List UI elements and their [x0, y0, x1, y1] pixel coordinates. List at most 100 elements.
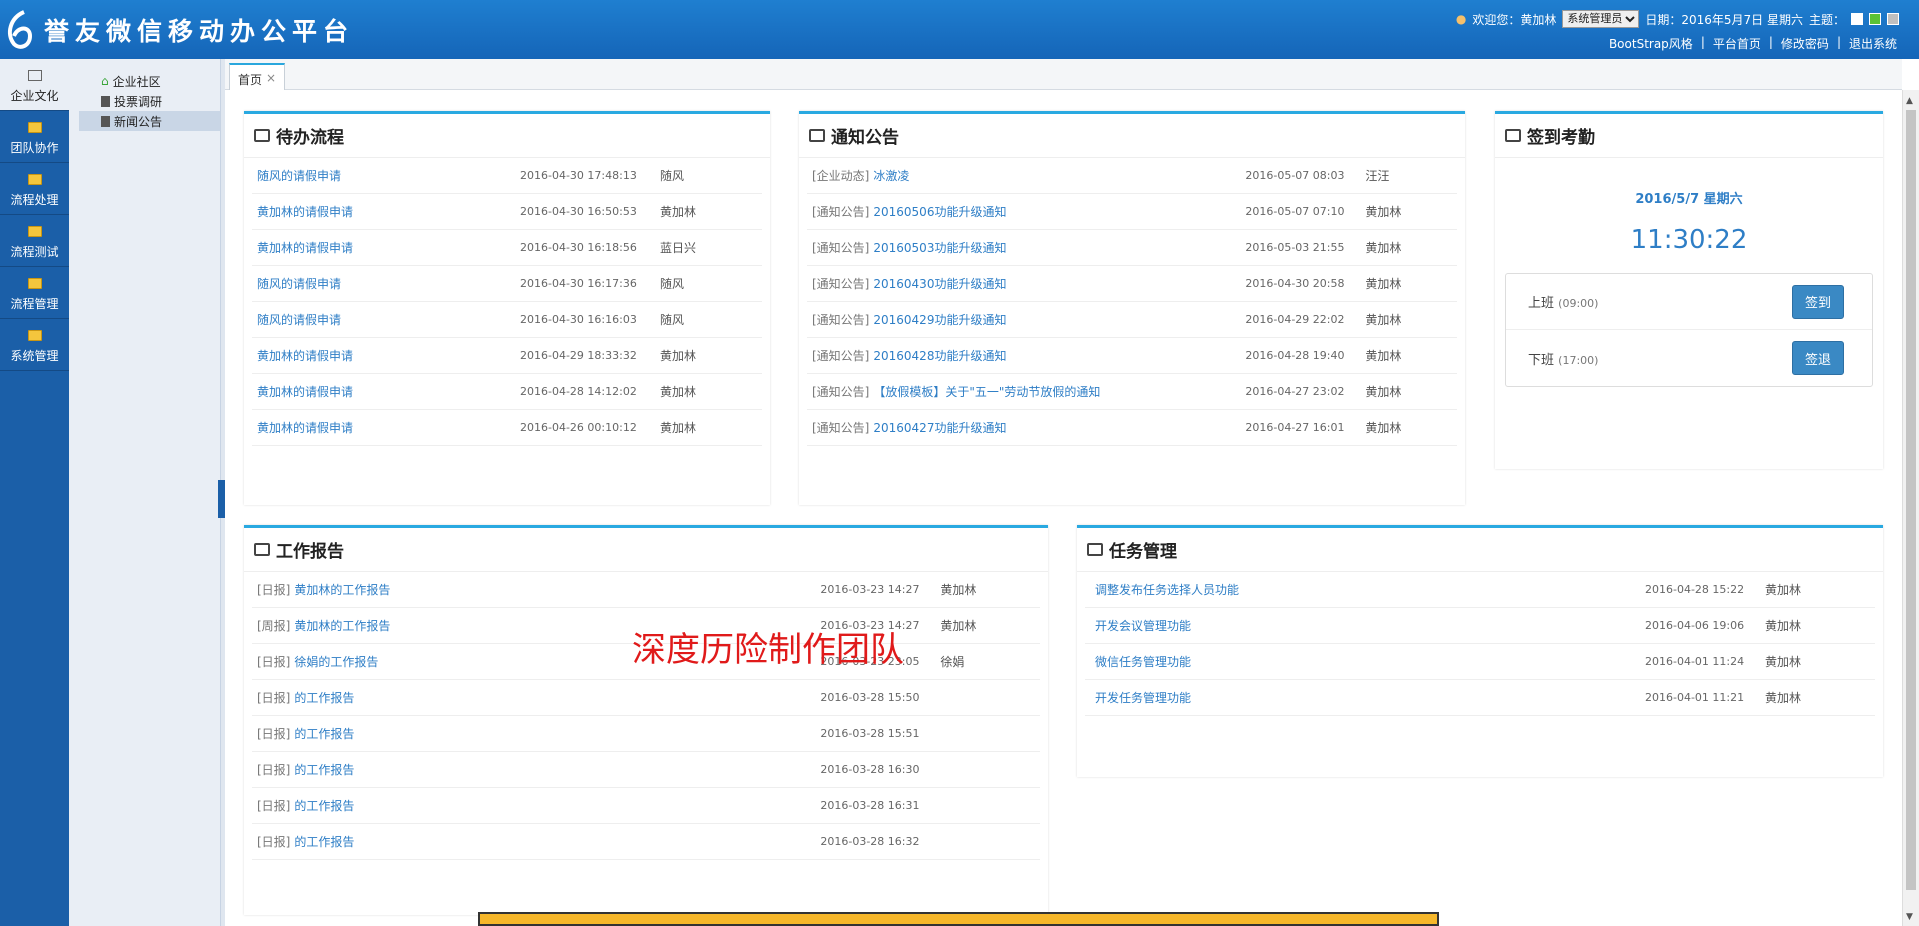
- row-title-link[interactable]: 20160503功能升级通知: [873, 239, 1245, 256]
- nav-item-process[interactable]: 流程处理: [0, 163, 69, 215]
- row-category: [通知公告]: [812, 205, 870, 219]
- table-row: 随风的请假申请 2016-04-30 16:17:36 随风: [252, 266, 762, 302]
- nav-item-team[interactable]: 团队协作: [0, 111, 69, 163]
- table-row: [日报] 的工作报告 2016-03-28 16:32: [252, 824, 1040, 860]
- row-title-link[interactable]: 20160430功能升级通知: [873, 275, 1245, 292]
- row-title-link[interactable]: 20160506功能升级通知: [873, 203, 1245, 220]
- row-time: 2016-04-28 19:40: [1245, 349, 1345, 362]
- platform-home-link[interactable]: 平台首页: [1713, 35, 1761, 52]
- table-row: 黄加林的请假申请 2016-04-28 14:12:02 黄加林: [252, 374, 762, 410]
- row-title-link[interactable]: 微信任务管理功能: [1085, 653, 1645, 670]
- row-user: 随风: [660, 169, 685, 183]
- table-row: [日报] 黄加林的工作报告 2016-03-23 14:27 黄加林: [252, 572, 1040, 608]
- row-time: 2016-03-23 14:27: [820, 583, 920, 596]
- close-icon[interactable]: ×: [266, 71, 276, 85]
- row-time: 2016-05-03 21:55: [1245, 241, 1345, 254]
- vertical-scrollbar[interactable]: ▲ ▼: [1902, 90, 1919, 926]
- row-title-link[interactable]: 的工作报告: [294, 833, 820, 850]
- scroll-down-icon[interactable]: ▼: [1906, 912, 1916, 922]
- row-category: [企业动态]: [812, 169, 870, 183]
- theme-gray-option[interactable]: [1887, 13, 1899, 25]
- check-in-button[interactable]: 签到: [1792, 284, 1844, 319]
- row-title-link[interactable]: 调整发布任务选择人员功能: [1085, 581, 1645, 598]
- row-category: [日报]: [257, 727, 291, 741]
- subnav-item-survey[interactable]: 投票调研: [69, 91, 220, 111]
- row-user: 黄加林: [940, 583, 977, 597]
- table-row: [通知公告] 20160430功能升级通知 2016-04-30 20:58 黄加林: [807, 266, 1457, 302]
- row-title-link[interactable]: 黄加林的请假申请: [252, 383, 520, 400]
- row-title-link[interactable]: 随风的请假申请: [252, 275, 520, 292]
- nav-item-manage[interactable]: 流程管理: [0, 267, 69, 319]
- subnav-item-community[interactable]: ⌂ 企业社区: [69, 71, 220, 91]
- panel-title: 通知公告: [831, 128, 899, 148]
- scroll-thumb[interactable]: [1906, 110, 1916, 890]
- document-icon: [101, 95, 110, 107]
- table-row: [通知公告] 20160429功能升级通知 2016-04-29 22:02 黄加林: [807, 302, 1457, 338]
- nav-item-system[interactable]: 系统管理: [0, 319, 69, 371]
- folder-icon: [27, 174, 42, 185]
- row-title-link[interactable]: 随风的请假申请: [252, 167, 520, 184]
- row-title-link[interactable]: 黄加林的请假申请: [252, 203, 520, 220]
- row-title-link[interactable]: 的工作报告: [294, 761, 820, 778]
- row-title-link[interactable]: 黄加林的请假申请: [252, 347, 520, 364]
- row-title-link[interactable]: 随风的请假申请: [252, 311, 520, 328]
- row-title-link[interactable]: 开发会议管理功能: [1085, 617, 1645, 634]
- row-title-link[interactable]: 冰激凌: [873, 167, 1245, 184]
- row-title-link[interactable]: 20160429功能升级通知: [873, 311, 1245, 328]
- panel-title: 工作报告: [276, 542, 344, 562]
- row-time: 2016-03-28 15:51: [820, 727, 920, 740]
- row-time: 2016-04-30 17:48:13: [520, 169, 637, 182]
- bootstrap-style-link[interactable]: BootStrap风格: [1609, 35, 1693, 52]
- row-category: [日报]: [257, 763, 291, 777]
- logo-icon: [7, 10, 33, 49]
- role-select[interactable]: 系统管理员: [1562, 10, 1640, 28]
- collapse-handle[interactable]: [218, 480, 225, 518]
- edit-icon: [254, 543, 270, 556]
- nav-item-test[interactable]: 流程测试: [0, 215, 69, 267]
- change-password-link[interactable]: 修改密码: [1781, 35, 1829, 52]
- table-row: [通知公告] 20160506功能升级通知 2016-05-07 07:10 黄加林: [807, 194, 1457, 230]
- panel-title: 任务管理: [1109, 542, 1177, 562]
- row-title-link[interactable]: 黄加林的请假申请: [252, 239, 520, 256]
- row-title-link[interactable]: 开发任务管理功能: [1085, 689, 1645, 706]
- tab-home[interactable]: 首页 ×: [229, 63, 286, 90]
- row-user: 黄加林: [660, 205, 697, 219]
- row-user: 黄加林: [1365, 385, 1402, 399]
- row-time: 2016-04-29 18:33:32: [520, 349, 637, 362]
- row-title-link[interactable]: 的工作报告: [294, 797, 820, 814]
- logout-link[interactable]: 退出系统: [1849, 35, 1897, 52]
- nav-item-culture[interactable]: 企业文化: [0, 59, 69, 111]
- theme-white-option[interactable]: [1851, 13, 1863, 25]
- panel-title: 待办流程: [276, 128, 344, 148]
- app-header: 誉友微信移动办公平台 ● 欢迎您：黄加林 系统管理员 日期：2016年5月7日 …: [0, 0, 1919, 59]
- table-row: [日报] 的工作报告 2016-03-28 15:51: [252, 716, 1040, 752]
- row-title-link[interactable]: 【放假模板】关于"五一"劳动节放假的通知: [873, 383, 1245, 400]
- watermark-text: 深度历险制作团队: [632, 630, 904, 670]
- row-title-link[interactable]: 黄加林的工作报告: [294, 581, 820, 598]
- row-time: 2016-04-30 16:18:56: [520, 241, 637, 254]
- header-links: BootStrap风格 | 平台首页 | 修改密码 | 退出系统: [1608, 35, 1897, 52]
- row-title-link[interactable]: 20160428功能升级通知: [873, 347, 1245, 364]
- row-user: 随风: [660, 313, 685, 327]
- check-in-label: 上班 (09:00): [1528, 296, 1599, 311]
- row-user: 黄加林: [1365, 241, 1402, 255]
- row-user: 黄加林: [1365, 205, 1402, 219]
- row-user: 蓝日兴: [660, 241, 697, 255]
- sub-nav: ⌂ 企业社区 投票调研 新闻公告: [69, 59, 221, 926]
- tab-bar: 首页 ×: [225, 59, 1902, 90]
- user-icon: ●: [1455, 12, 1467, 26]
- check-out-button[interactable]: 签退: [1792, 341, 1844, 375]
- subnav-item-news[interactable]: 新闻公告: [79, 111, 220, 131]
- row-user: 随风: [660, 277, 685, 291]
- theme-green-option[interactable]: [1869, 13, 1881, 25]
- table-row: [日报] 的工作报告 2016-03-28 15:50: [252, 680, 1040, 716]
- row-time: 2016-03-28 16:32: [820, 835, 920, 848]
- punch-date: 2016/5/7 星期六: [1635, 192, 1743, 207]
- table-row: 开发会议管理功能 2016-04-06 19:06 黄加林: [1085, 608, 1875, 644]
- row-title-link[interactable]: 的工作报告: [294, 725, 820, 742]
- scroll-up-icon[interactable]: ▲: [1906, 96, 1916, 106]
- row-user: 徐娟: [940, 655, 965, 669]
- row-title-link[interactable]: 黄加林的请假申请: [252, 419, 520, 436]
- row-title-link[interactable]: 20160427功能升级通知: [873, 419, 1245, 436]
- row-title-link[interactable]: 的工作报告: [294, 689, 820, 706]
